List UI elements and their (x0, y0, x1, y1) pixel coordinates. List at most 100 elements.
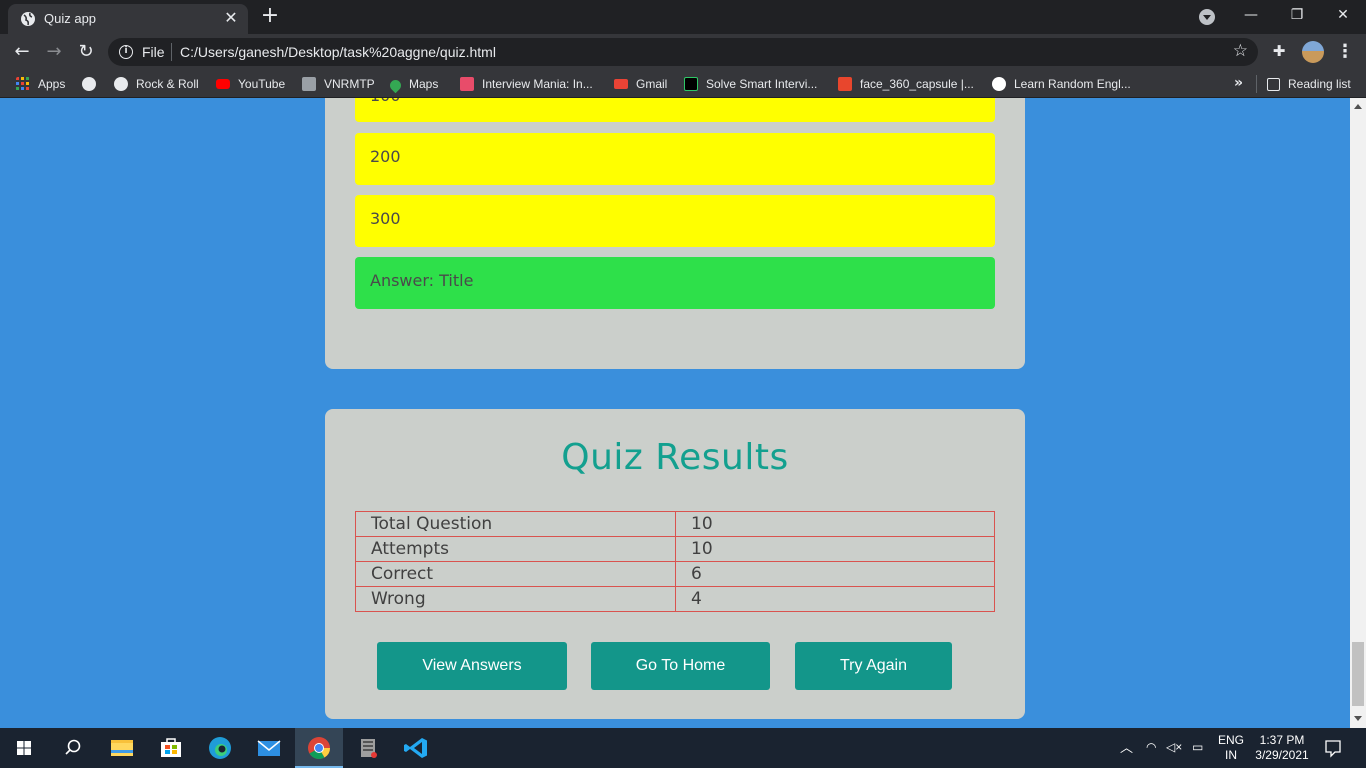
more-bookmarks-button[interactable]: » (1234, 75, 1243, 91)
info-icon[interactable]: i (119, 45, 133, 59)
option-1[interactable]: 100 (355, 98, 995, 122)
address-bar[interactable]: i File C:/Users/ganesh/Desktop/task%20ag… (108, 38, 1258, 66)
bookmark-vnrmtp[interactable]: VNRMTP (302, 75, 375, 93)
store-button[interactable] (147, 728, 195, 768)
view-answers-button[interactable]: View Answers (377, 642, 567, 690)
page-scrollbar[interactable] (1350, 98, 1366, 728)
reload-icon[interactable]: ↻ (74, 40, 98, 64)
bookmark-youtube[interactable]: YouTube (216, 75, 285, 93)
row-value: 6 (675, 561, 995, 587)
notifications-button[interactable] (1318, 728, 1348, 768)
globe-icon (21, 12, 35, 26)
folder-icon (111, 740, 133, 756)
start-button[interactable] (0, 728, 48, 768)
page-icon (302, 77, 316, 91)
bookmark-learn-english[interactable]: Learn Random Engl... (992, 75, 1131, 93)
scroll-down-arrow-icon[interactable] (1350, 714, 1366, 724)
bookmark-apps[interactable]: Apps (16, 75, 65, 93)
language-indicator[interactable]: ENG IN (1214, 733, 1248, 763)
battery-icon[interactable]: ▭ (1192, 740, 1203, 755)
bookmark-label: Gmail (636, 77, 668, 91)
bookmark-label: Maps (409, 77, 439, 91)
profile-avatar[interactable] (1302, 41, 1324, 63)
bookmark-face-360[interactable]: face_360_capsule |... (838, 75, 974, 93)
search-button[interactable] (48, 728, 96, 768)
scroll-up-arrow-icon[interactable] (1350, 102, 1366, 112)
bookmark-interview-mania[interactable]: Interview Mania: In... (460, 75, 593, 93)
address-separator (171, 43, 172, 61)
windows-taskbar: ︿ ◠ ◁× ▭ ENG IN 1:37 PM 3/29/2021 (0, 728, 1366, 768)
tab-title: Quiz app (44, 11, 97, 26)
volume-muted-icon[interactable]: ◁× (1166, 740, 1182, 755)
answer-box: Answer: Title (355, 257, 995, 309)
store-bag-icon (161, 738, 181, 757)
menu-kebab-icon[interactable]: ⋮ (1336, 40, 1354, 64)
page-viewport: 100 200 300 Answer: Title Quiz Results T… (0, 98, 1350, 728)
row-label: Total Question (355, 511, 676, 537)
wordpress-icon (992, 77, 1006, 91)
question-card: 100 200 300 Answer: Title (325, 98, 1025, 369)
browser-tab[interactable]: Quiz app ✕ (8, 4, 248, 34)
results-table: Total Question 10 Attempts 10 Correct 6 … (355, 511, 995, 612)
bookmark-rock-roll[interactable]: Rock & Roll (114, 75, 199, 93)
table-row: Total Question 10 (355, 511, 995, 537)
language-code: ENG (1217, 733, 1244, 747)
app-button[interactable] (344, 728, 392, 768)
minimize-button[interactable]: — (1228, 0, 1274, 32)
bookmark-label: YouTube (238, 77, 286, 91)
apps-grid-icon (16, 77, 29, 90)
restore-button[interactable]: ❐ (1274, 0, 1320, 32)
bookmark-maps[interactable]: Maps (387, 75, 439, 94)
row-label: Correct (355, 561, 676, 587)
row-label: Attempts (355, 536, 676, 562)
extensions-puzzle-icon[interactable]: ✚ (1270, 42, 1288, 60)
tab-search-icon[interactable] (1199, 9, 1215, 25)
bookmark-label: VNRMTP (324, 77, 375, 91)
go-home-button[interactable]: Go To Home (591, 642, 770, 690)
grid-icon (460, 77, 474, 91)
wifi-icon[interactable]: ◠ (1146, 740, 1156, 755)
bookmarks-bar: Apps Rock & Roll YouTube VNRMTP Maps Int… (0, 70, 1366, 98)
tab-strip: Quiz app ✕ + — ❐ ✕ (0, 0, 1366, 34)
vscode-button[interactable] (393, 728, 441, 768)
window-close-button[interactable]: ✕ (1320, 0, 1366, 32)
chrome-icon (308, 737, 330, 759)
gmail-icon (614, 79, 628, 89)
back-arrow-icon[interactable]: ← (10, 40, 34, 64)
forward-arrow-icon[interactable]: → (42, 40, 66, 64)
vscode-icon (404, 738, 427, 758)
bookmark-gmail[interactable]: Gmail (614, 75, 667, 93)
hr-icon (684, 77, 698, 91)
row-label: Wrong (355, 586, 676, 612)
row-value: 10 (675, 511, 995, 537)
reading-list-button[interactable]: Reading list (1267, 75, 1351, 93)
table-row: Correct 6 (355, 561, 995, 587)
clock-time: 1:37 PM (1259, 733, 1305, 747)
mail-button[interactable] (245, 728, 293, 768)
table-row: Attempts 10 (355, 536, 995, 562)
tab-close-icon[interactable]: ✕ (222, 9, 240, 27)
option-3[interactable]: 300 (355, 195, 995, 247)
file-explorer-button[interactable] (98, 728, 146, 768)
clock[interactable]: 1:37 PM 3/29/2021 (1250, 733, 1314, 763)
tray-chevron-up-icon[interactable]: ︿ (1120, 740, 1133, 755)
new-tab-button[interactable]: + (258, 5, 282, 29)
option-2[interactable]: 200 (355, 133, 995, 185)
browser-toolbar: ← → ↻ i File C:/Users/ganesh/Desktop/tas… (0, 34, 1366, 70)
address-url[interactable]: C:/Users/ganesh/Desktop/task%20aggne/qui… (180, 44, 496, 60)
bookmark-solve-smart[interactable]: Solve Smart Intervi... (684, 75, 817, 93)
bookmark-label: Rock & Roll (136, 77, 199, 91)
bookmark-star-icon[interactable]: ☆ (1233, 41, 1248, 61)
try-again-button[interactable]: Try Again (795, 642, 952, 690)
globe-icon (82, 77, 96, 91)
region-code: IN (1225, 748, 1237, 762)
search-icon (65, 739, 81, 755)
edge-button[interactable] (196, 728, 244, 768)
bookmarks-divider (1256, 75, 1257, 93)
scroll-thumb[interactable] (1352, 642, 1364, 706)
bookmark-label: Apps (38, 77, 66, 91)
globe-icon (114, 77, 128, 91)
chrome-button[interactable] (295, 728, 343, 768)
bookmark-globe[interactable] (82, 75, 104, 93)
edge-icon (209, 737, 231, 759)
